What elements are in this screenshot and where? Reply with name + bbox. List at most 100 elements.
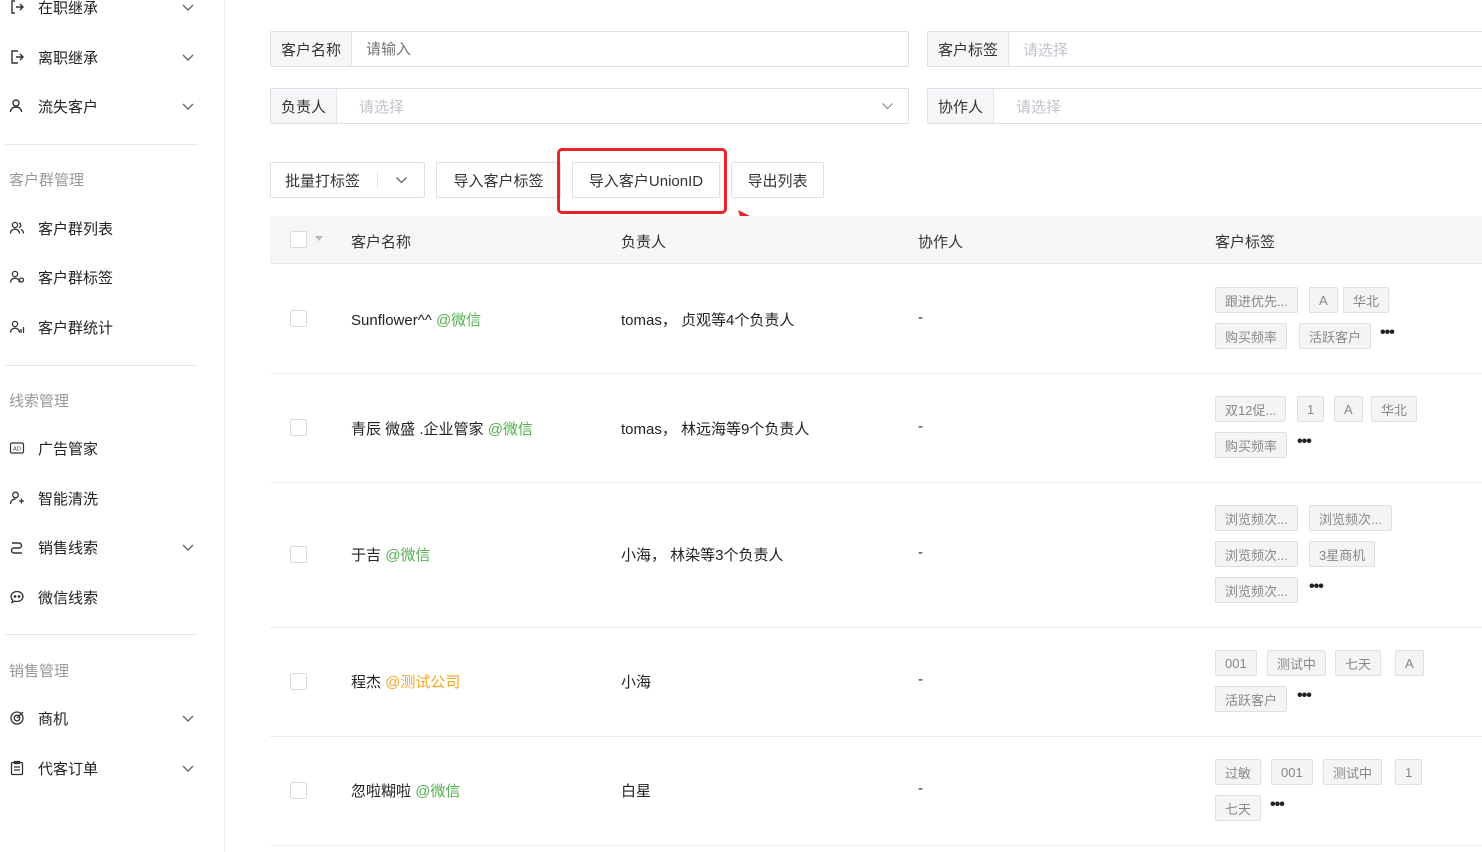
- nav-item-on-job-inherit[interactable]: 在职继承: [0, 0, 224, 22]
- collaborator-cell: -: [918, 544, 923, 561]
- nav-item-ad-manager[interactable]: AD 广告管家: [0, 433, 224, 463]
- tag-chip: 购买频率: [1215, 323, 1288, 349]
- batch-tag-label: 批量打标签: [285, 172, 361, 190]
- batch-tag-button[interactable]: 批量打标签: [270, 162, 425, 198]
- divider: [377, 171, 378, 189]
- target-icon: [9, 710, 25, 726]
- import-unionid-button[interactable]: 导入客户UnionID: [572, 162, 720, 198]
- column-header-owner: 负责人: [621, 234, 667, 251]
- chevron-down-icon: [881, 101, 894, 111]
- customer-name-cell[interactable]: 于吉 @微信: [351, 544, 430, 565]
- corp-label: @测试公司: [385, 674, 461, 691]
- nav-item-sales-leads[interactable]: 销售线索: [0, 532, 224, 562]
- customer-name-cell[interactable]: 程杰 @测试公司: [351, 671, 460, 692]
- nav-item-wechat-leads[interactable]: 微信线索: [0, 582, 224, 612]
- group-tag-icon: [9, 269, 25, 285]
- row-checkbox[interactable]: [290, 419, 307, 436]
- collaborator-cell: -: [918, 671, 923, 688]
- customer-tag-filter[interactable]: 客户标签 请选择: [927, 31, 1482, 67]
- more-tags-icon[interactable]: •••: [1270, 796, 1285, 814]
- more-tags-icon[interactable]: •••: [1309, 578, 1324, 596]
- nav-label: 微信线索: [38, 589, 99, 607]
- owner-select[interactable]: 请选择: [337, 89, 908, 123]
- tag-chip: A: [1395, 650, 1424, 676]
- svg-text:AD: AD: [13, 447, 21, 453]
- tag-chip: 七天: [1335, 650, 1382, 676]
- ad-icon: AD: [9, 440, 25, 456]
- more-tags-icon[interactable]: •••: [1297, 433, 1312, 451]
- divider: [5, 365, 198, 366]
- nav-label: 离职继承: [38, 49, 99, 67]
- export-list-button[interactable]: 导出列表: [731, 162, 824, 198]
- chevron-down-icon: [181, 541, 195, 553]
- tag-chip: 浏览频次...: [1215, 577, 1298, 603]
- nav-label: 广告管家: [38, 440, 99, 458]
- row-checkbox[interactable]: [290, 546, 307, 563]
- nav-item-proxy-orders[interactable]: 代客订单: [0, 753, 224, 783]
- collaborator-cell: -: [918, 780, 923, 797]
- nav-item-group-tags[interactable]: 客户群标签: [0, 262, 224, 292]
- customer-name-cell[interactable]: 青辰 微盛 .企业管家 @微信: [351, 418, 533, 439]
- wechat-icon: [9, 589, 25, 605]
- row-checkbox[interactable]: [290, 673, 307, 690]
- tag-chip: 1: [1395, 759, 1423, 785]
- chevron-down-icon[interactable]: [395, 175, 408, 185]
- nav-item-resign-inherit[interactable]: 离职继承: [0, 42, 224, 72]
- nav-item-smart-clean[interactable]: 智能清洗: [0, 483, 224, 513]
- more-tags-icon[interactable]: •••: [1297, 687, 1312, 705]
- tag-chip: 双12促...: [1215, 396, 1287, 422]
- corp-label: @微信: [487, 421, 533, 438]
- section-title-sales-mgmt: 销售管理: [9, 663, 70, 680]
- nav-label: 商机: [38, 710, 69, 728]
- customer-name-cell[interactable]: Sunflower^^ @微信: [351, 309, 481, 330]
- filter-label: 客户标签: [928, 32, 1010, 66]
- collaborator-select[interactable]: 请选择: [994, 89, 1482, 123]
- owner-filter[interactable]: 负责人 请选择: [270, 88, 909, 124]
- nav-item-group-list[interactable]: 客户群列表: [0, 213, 224, 243]
- logout-icon: [9, 49, 25, 65]
- tag-chip: 活跃客户: [1299, 323, 1372, 349]
- tag-chip: 测试中: [1267, 650, 1327, 676]
- tag-chip: 浏览频次...: [1215, 541, 1298, 567]
- row-checkbox[interactable]: [290, 782, 307, 799]
- sidebar: 在职继承 离职继承 流失客户 客户群管理 客户群列表 客户群标签 客户群统计 线…: [0, 0, 225, 852]
- column-header-name: 客户名称: [351, 234, 412, 251]
- tag-chip: 活跃客户: [1215, 686, 1288, 712]
- row-checkbox[interactable]: [290, 310, 307, 327]
- nav-item-group-stats[interactable]: 客户群统计: [0, 312, 224, 342]
- select-all-checkbox[interactable]: [290, 231, 307, 248]
- more-tags-icon[interactable]: •••: [1380, 324, 1395, 342]
- collaborator-cell: -: [918, 309, 923, 326]
- corp-label: @微信: [415, 783, 461, 800]
- nav-label: 销售线索: [38, 539, 99, 557]
- group-icon: [9, 220, 25, 236]
- chevron-down-icon: [181, 51, 195, 63]
- customer-name-cell[interactable]: 忽啦糊啦 @微信: [351, 780, 460, 801]
- nav-label: 在职继承: [38, 0, 99, 17]
- table-header: 客户名称 负责人 协作人 客户标签: [270, 216, 1482, 264]
- collaborator-filter[interactable]: 协作人 请选择: [927, 88, 1482, 124]
- corp-label: @微信: [435, 312, 482, 329]
- table-row: Sunflower^^ @微信 tomas， 贞观等4个负责人 - 跟进优先..…: [270, 264, 1482, 374]
- user-icon: [9, 98, 25, 114]
- owner-cell: tomas， 贞观等4个负责人: [621, 312, 795, 329]
- customer-name-input[interactable]: [352, 32, 908, 66]
- column-header-collaborator: 协作人: [918, 234, 964, 251]
- tag-chip: 浏览频次...: [1215, 505, 1298, 531]
- collaborator-cell: -: [918, 418, 923, 435]
- group-stat-icon: [9, 319, 25, 335]
- divider: [5, 144, 198, 145]
- nav-label: 代客订单: [38, 760, 99, 778]
- nav-label: 客户群标签: [38, 269, 114, 287]
- tag-chip: 1: [1297, 396, 1325, 422]
- import-tags-button[interactable]: 导入客户标签: [436, 162, 561, 198]
- tag-chip: 跟进优先...: [1215, 287, 1298, 313]
- tag-chip: 001: [1271, 759, 1313, 785]
- customer-tag-select[interactable]: 请选择: [1009, 32, 1482, 66]
- table-row: 忽啦糊啦 @微信 白星 - 过敏 001 测试中 1 七天 •••: [270, 737, 1482, 846]
- caret-down-icon[interactable]: [315, 236, 323, 241]
- nav-item-opportunities[interactable]: 商机: [0, 703, 224, 733]
- nav-item-lost-customers[interactable]: 流失客户: [0, 91, 224, 121]
- lead-icon: [9, 539, 25, 555]
- table-row: 青辰 微盛 .企业管家 @微信 tomas， 林远海等9个负责人 - 双12促.…: [270, 374, 1482, 483]
